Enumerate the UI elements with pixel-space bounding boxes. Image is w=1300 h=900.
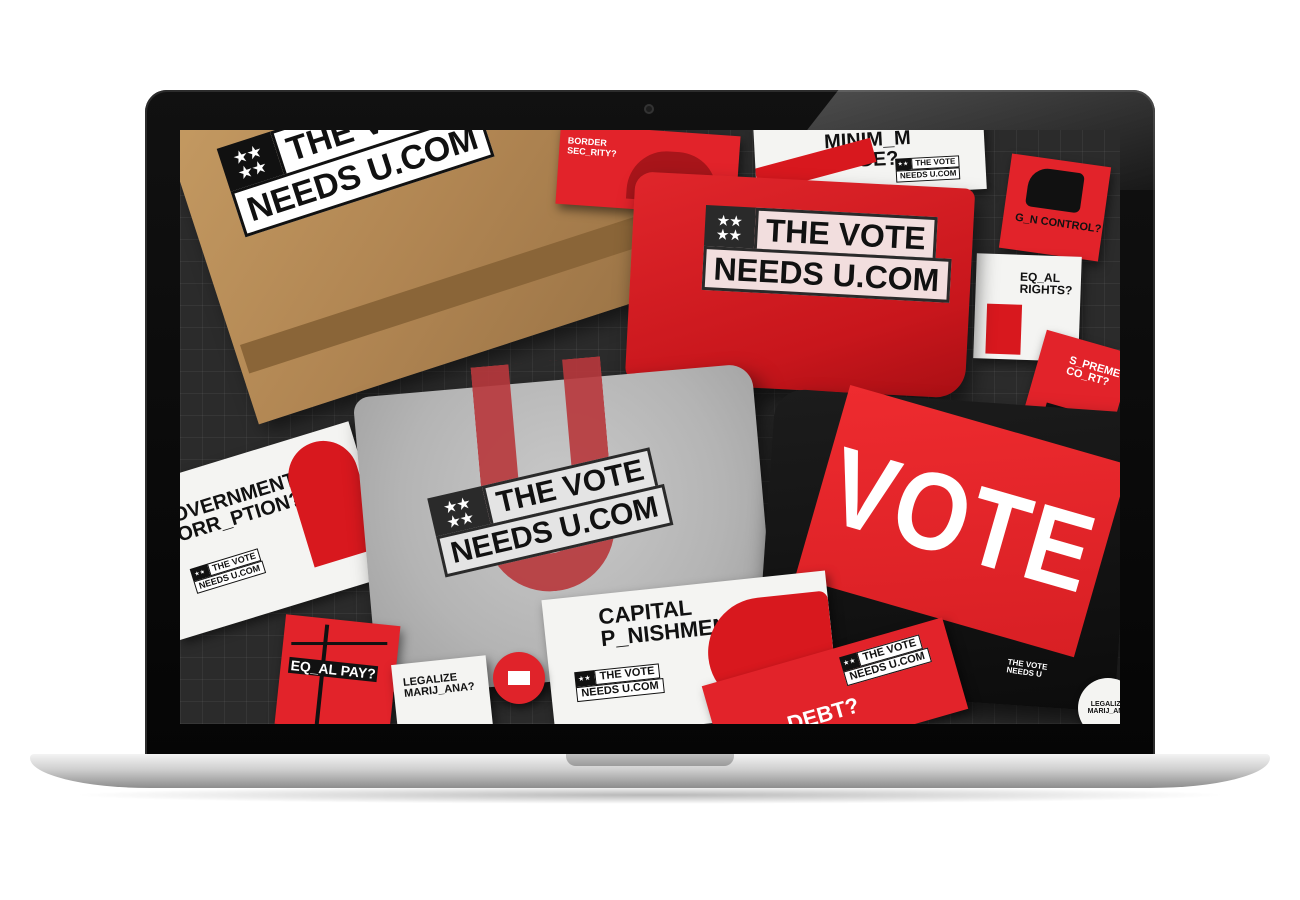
soldier-silhouette [1024,166,1085,214]
flag-stars-icon: ★★ ★★ [703,204,756,252]
scale-beam [291,642,388,646]
sticker-logo: ★★ THE VOTE NEEDS U.COM [189,548,266,594]
sticker-text: BORDER SEC_RITY? [566,135,617,159]
screen-photo: ★★ ★★ THE VOTE NEEDS U.COM MINIM_M WAGE?… [180,130,1120,724]
vote-flag-graphic: VOTE [795,385,1120,658]
sticker-text: EQ_AL RIGHTS? [1019,269,1073,298]
sticker-text: LEGALIZE MARIJ_ANA? [402,671,476,700]
badge-flag-icon [508,671,530,685]
vote-word: VOTE [815,424,1109,617]
button-badge-icon [493,652,545,704]
sticker-text: G_N CONTROL? [1014,211,1102,236]
courthouse-silhouette [985,303,1023,355]
sticker-text: _DEBT? [772,692,862,724]
sticker-logo: ★★ THE VOTE NEEDS U.COM [574,663,665,703]
laptop-shadow [70,786,1230,804]
sticker-text: GOVERNMENT CORR_PTION? [180,468,305,551]
sticker-text: EQ_AL PAY? [287,656,379,683]
sticker-text: S_PREME CO_RT? [1064,354,1120,389]
logo-line2: NEEDS U.COM [895,167,961,183]
sticker-equal-pay: EQ_AL PAY? [274,614,401,724]
sticker-gun-control: G_N CONTROL? [998,153,1112,262]
shirt-tag: THE VOTE NEEDS U [1006,657,1048,680]
red-tshirt: ★★ ★★ THE VOTE NEEDS U.COM [624,171,976,399]
webcam-icon [644,104,654,114]
red-shirt-logo: ★★ ★★ THE VOTE NEEDS U.COM [701,204,954,303]
sticker-logo: ★★ THE VOTE NEEDS U.COM [895,155,961,183]
laptop-notch [566,754,734,766]
flag-stars-icon: ★★ [895,157,912,171]
box-logo: ★★ ★★ THE VOTE NEEDS U.COM [216,130,495,238]
sticker-legalize: LEGALIZE MARIJ_ANA? [391,655,494,724]
